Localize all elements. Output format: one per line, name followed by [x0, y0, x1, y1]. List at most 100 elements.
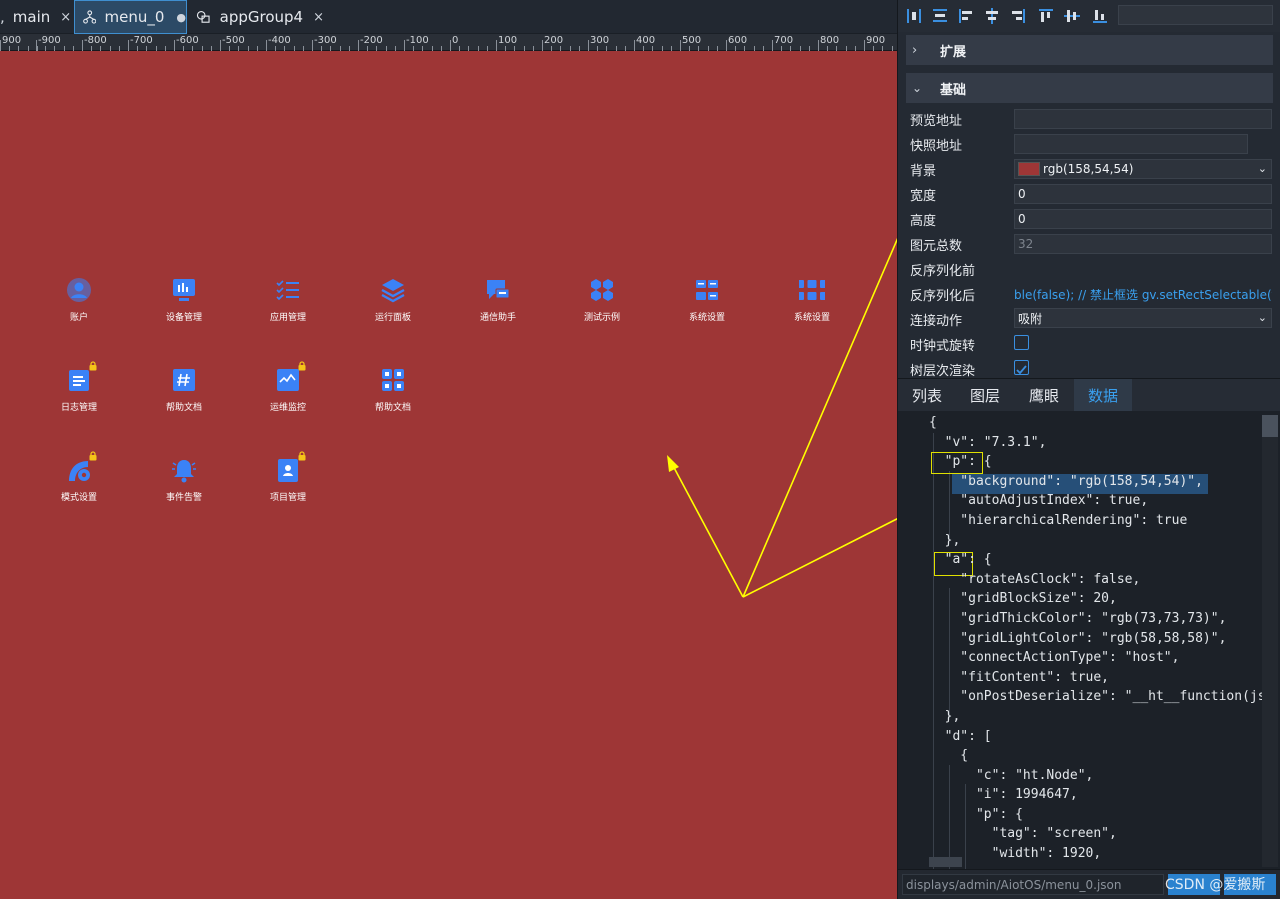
tab-main[interactable]: , main × — [0, 0, 71, 34]
canvas-menu-item[interactable]: 项目管理 — [248, 451, 328, 503]
canvas-menu-item[interactable]: 事件告警 — [144, 457, 224, 503]
canvas-menu-item[interactable]: 运行面板 — [353, 277, 433, 323]
ruler-tick — [220, 40, 221, 51]
total-readonly-field: 32 — [1014, 234, 1272, 254]
scrollbar-thumb[interactable] — [1262, 415, 1278, 437]
section-extend[interactable]: › 扩展 — [906, 35, 1273, 65]
grid-settings-icon — [696, 280, 718, 300]
close-icon[interactable]: × — [60, 10, 71, 25]
prop-label-post-deserialize: 反序列化后 — [910, 289, 976, 304]
align-distribute-h-icon[interactable] — [904, 6, 924, 26]
tab-list[interactable]: 列表 — [898, 379, 956, 412]
close-icon[interactable]: × — [313, 10, 324, 25]
height-input[interactable]: 0 — [1014, 209, 1272, 229]
ruler-label: -400 — [268, 35, 291, 46]
align-center-v-icon[interactable] — [982, 6, 1002, 26]
canvas-menu-item[interactable]: 模式设置 — [39, 451, 119, 503]
design-canvas[interactable]: 账户 设备管理 应用管理 运行面板 通信助手 测试示例 系统设置 系统设置日志管理 帮助文档 运维… — [0, 51, 897, 899]
snapshot-url-input[interactable] — [1014, 134, 1248, 154]
align-value-input[interactable] — [1118, 5, 1273, 25]
align-top-icon[interactable] — [1036, 6, 1056, 26]
watermark: CSDN @爱搬斯 — [1165, 877, 1266, 893]
ruler-label: 500 — [682, 35, 702, 46]
canvas-menu-item[interactable]: 系统设置 — [667, 277, 747, 323]
ruler-tick — [404, 40, 405, 51]
ruler-label: -100 — [406, 35, 429, 46]
background-color-select[interactable]: rgb(158,54,54) ⌄ — [1014, 159, 1272, 179]
prop-label-background: 背景 — [910, 164, 937, 179]
ruler-tick — [128, 40, 129, 51]
canvas-menu-item[interactable]: 账户 — [39, 277, 119, 323]
align-middle-icon[interactable] — [1062, 6, 1082, 26]
preview-url-input[interactable] — [1014, 109, 1272, 129]
chevron-right-icon: › — [912, 42, 918, 58]
tab-eagle-eye[interactable]: 鹰眼 — [1014, 379, 1074, 412]
width-input[interactable]: 0 — [1014, 184, 1272, 204]
align-right-icon[interactable] — [1008, 6, 1028, 26]
ruler-label: 900 — [866, 35, 886, 46]
tab-appgroup4[interactable]: appGroup4 × — [194, 0, 324, 34]
unsaved-dot-icon[interactable]: ● — [176, 11, 186, 24]
canvas-item-label: 测试示例 — [583, 313, 620, 323]
code-line: { — [929, 415, 937, 430]
code-line: "hierarchicalRendering": true — [929, 512, 1188, 528]
canvas-item-label: 通信助手 — [479, 313, 516, 323]
chevron-down-icon: ⌄ — [1257, 162, 1267, 175]
canvas-menu-item[interactable]: 帮助文档 — [144, 367, 224, 413]
ruler-label: 700 — [774, 35, 794, 46]
align-bottom-icon[interactable] — [1090, 6, 1110, 26]
align-center-h-icon[interactable] — [930, 6, 950, 26]
ruler-tick — [358, 40, 359, 51]
canvas-item-label: 系统设置 — [793, 313, 830, 323]
ruler-tick — [864, 40, 865, 51]
canvas-menu-item[interactable]: 系统设置 — [772, 277, 852, 323]
canvas-menu-item[interactable]: 测试示例 — [562, 277, 642, 323]
lock-icon — [298, 451, 306, 461]
canvas-menu-item[interactable]: 应用管理 — [248, 277, 328, 323]
tab-data[interactable]: 数据 — [1074, 379, 1132, 412]
align-left-icon[interactable] — [956, 6, 976, 26]
canvas-item-label: 事件告警 — [165, 493, 202, 503]
code-line: "p": { — [929, 806, 1023, 822]
ruler-label: 300 — [590, 35, 610, 46]
user-icon — [67, 278, 91, 302]
tab-appgroup4-label: appGroup4 — [219, 8, 304, 26]
ruler-label: 200 — [544, 35, 564, 46]
canvas-item-label: 系统设置 — [688, 313, 725, 323]
post-deserialize-field[interactable]: ble(false); // 禁止框选 gv.setRectSelectable… — [1014, 284, 1272, 304]
ruler-tick — [496, 40, 497, 51]
code-line: "background": "rgb(158,54,54)", — [929, 473, 1203, 489]
monitor-icon — [173, 279, 195, 301]
canvas-menu-item[interactable]: 帮助文档 — [353, 367, 433, 413]
code-line: "rotateAsClock": false, — [929, 571, 1141, 587]
prop-label-total: 图元总数 — [910, 239, 963, 254]
json-editor[interactable]: { "v": "7.3.1", "p": { "background": "rg… — [898, 411, 1280, 869]
canvas-item-label: 日志管理 — [60, 403, 97, 413]
clockwise-checkbox[interactable] — [1014, 335, 1029, 350]
code-line: }, — [929, 532, 961, 548]
ruler-label: 600 — [728, 35, 748, 46]
ruler-tick — [82, 40, 83, 51]
tab-menu-0[interactable]: menu_0 ● — [74, 0, 187, 34]
tab-layers[interactable]: 图层 — [956, 379, 1014, 412]
group-icon — [196, 10, 210, 23]
hierarchical-checkbox[interactable] — [1014, 360, 1029, 375]
canvas-menu-item[interactable]: 日志管理 — [39, 361, 119, 413]
canvas-menu-item[interactable]: 设备管理 — [144, 277, 224, 323]
canvas-menu-item[interactable]: 运维监控 — [248, 361, 328, 413]
color-swatch — [1018, 162, 1040, 176]
file-path-field[interactable]: displays/admin/AiotOS/menu_0.json — [902, 874, 1164, 895]
ruler-tick — [0, 40, 1, 51]
section-basic[interactable]: ⌄ 基础 — [906, 73, 1273, 103]
pre-deserialize-field[interactable] — [1014, 259, 1272, 279]
code-line: "c": "ht.Node", — [929, 767, 1094, 783]
canvas-item-label: 项目管理 — [269, 493, 306, 503]
code-line: "i": 1994647, — [929, 787, 1078, 803]
vertical-scrollbar[interactable] — [1262, 415, 1278, 867]
tab-main-label: main — [12, 8, 51, 26]
ruler-tick — [542, 40, 543, 51]
section-basic-label: 基础 — [940, 82, 967, 98]
canvas-menu-item[interactable]: 通信助手 — [458, 277, 538, 323]
connect-action-select[interactable]: 吸附 ⌄ — [1014, 308, 1272, 328]
horizontal-scrollbar-thumb[interactable] — [929, 857, 962, 867]
